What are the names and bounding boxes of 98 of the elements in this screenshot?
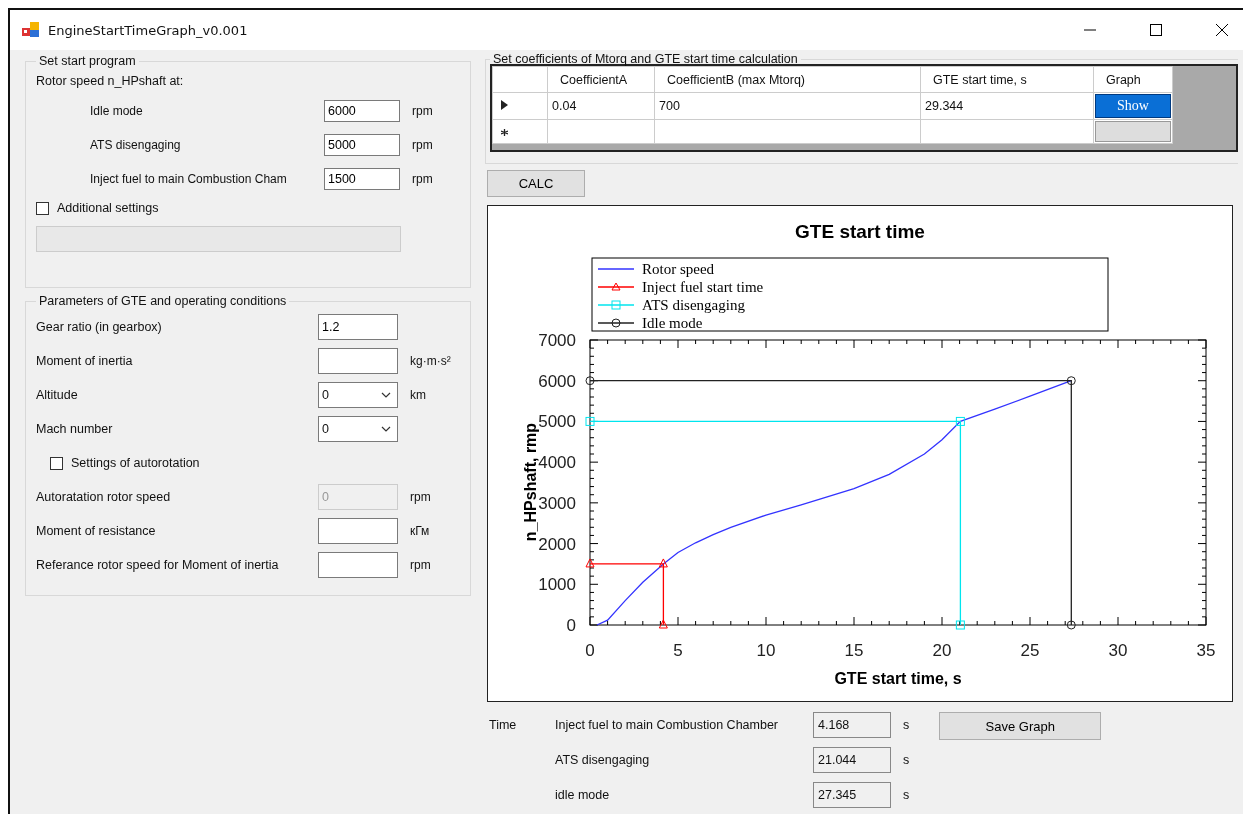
calc-button[interactable]: CALC bbox=[487, 170, 585, 197]
unit-label: rpm bbox=[412, 104, 433, 118]
point bbox=[1066, 620, 1076, 630]
group-title: Parameters of GTE and operating conditions bbox=[38, 294, 288, 308]
field-label: Autoratation rotor speed bbox=[36, 490, 172, 504]
x-tick-label: 30 bbox=[1108, 641, 1128, 660]
checkbox-label: Settings of autorotation bbox=[71, 456, 200, 470]
field-label: Mach number bbox=[36, 422, 114, 436]
dropdown[interactable]: 0 bbox=[318, 382, 398, 408]
window-title: EngineStartTimeGraph_v0.001 bbox=[48, 22, 248, 38]
result-label: idle mode bbox=[555, 788, 611, 802]
point bbox=[658, 558, 668, 568]
y-tick-label: 3000 bbox=[538, 493, 576, 513]
show-button[interactable]: Show bbox=[1095, 94, 1171, 118]
input-field[interactable]: 1500 bbox=[324, 168, 400, 190]
time-label: Time bbox=[488, 718, 518, 732]
y-tick-label: 1000 bbox=[538, 575, 576, 595]
section-label: Rotor speed n_HPshaft at: bbox=[36, 74, 185, 88]
unit-label: s bbox=[903, 718, 910, 732]
legend-label: Idle mode bbox=[642, 315, 703, 331]
chevron-down-icon bbox=[381, 426, 391, 432]
legend-label: ATS disengaging bbox=[642, 297, 745, 313]
point bbox=[585, 376, 595, 386]
unit-label: rpm bbox=[412, 138, 433, 152]
current-row-icon bbox=[501, 100, 508, 110]
chevron-down-icon bbox=[381, 392, 391, 398]
field-label: Moment of inertia bbox=[36, 354, 134, 368]
result-label: ATS disengaging bbox=[555, 753, 651, 767]
y-tick-label: 6000 bbox=[538, 371, 576, 391]
y-axis-title: n_HPshaft, rmp bbox=[522, 422, 539, 542]
chart-title: GTE start time bbox=[795, 221, 925, 242]
x-tick-label: 15 bbox=[844, 641, 864, 660]
legend-swatch bbox=[597, 318, 635, 328]
table-cell: 700 bbox=[654, 92, 921, 120]
legend-label: Rotor speed bbox=[642, 261, 715, 277]
legend-swatch bbox=[597, 300, 635, 310]
point bbox=[585, 558, 595, 568]
y-tick-label: 7000 bbox=[538, 331, 576, 350]
column-header[interactable]: CoefficientB (max Mtorq) bbox=[654, 66, 921, 93]
input-field[interactable]: 1.2 bbox=[318, 314, 398, 340]
group-title: Set coefficients of Mtorq and GTE start time calculation bbox=[492, 52, 799, 66]
input-field[interactable] bbox=[318, 348, 398, 374]
unit-label: rpm bbox=[410, 490, 431, 504]
save-graph-button[interactable]: Save Graph bbox=[939, 712, 1102, 740]
x-tick-label: 20 bbox=[932, 641, 952, 660]
field-label: Inject fuel to main Combustion Cham bbox=[90, 172, 288, 186]
result-field: 27.345 bbox=[813, 782, 891, 808]
point bbox=[1066, 376, 1076, 386]
column-header[interactable]: GTE start time, s bbox=[920, 66, 1094, 93]
point bbox=[585, 416, 595, 426]
legend-label: Inject fuel start time bbox=[642, 279, 764, 295]
input-field[interactable] bbox=[318, 552, 398, 578]
x-tick-label: 35 bbox=[1196, 641, 1216, 660]
unit-label: rpm bbox=[410, 558, 431, 572]
legend-swatch bbox=[597, 282, 635, 291]
table-cell: 29.344 bbox=[920, 92, 1094, 120]
x-tick-label: 0 bbox=[585, 641, 595, 660]
field-label: Moment of resistance bbox=[36, 524, 157, 538]
x-tick-label: 10 bbox=[756, 641, 776, 660]
table-cell: 0.04 bbox=[547, 92, 655, 120]
field-label: Altitude bbox=[36, 388, 79, 402]
field-label: Referance rotor speed for Moment of inertia bbox=[36, 558, 280, 572]
app-icon bbox=[22, 22, 40, 38]
x-tick-label: 5 bbox=[673, 641, 683, 660]
checkbox[interactable] bbox=[36, 201, 49, 215]
dropdown[interactable]: 0 bbox=[318, 416, 398, 442]
result-label: Inject fuel to main Combustion Chamber bbox=[555, 718, 780, 732]
field-label: Gear ratio (in gearbox) bbox=[36, 320, 163, 334]
y-tick-label: 4000 bbox=[538, 453, 576, 473]
point bbox=[658, 619, 668, 629]
checkbox[interactable] bbox=[50, 456, 63, 470]
unit-label: kg·m·s² bbox=[410, 354, 451, 368]
result-field: 4.168 bbox=[813, 712, 891, 738]
close-icon[interactable] bbox=[1215, 23, 1229, 37]
unit-label: km bbox=[410, 388, 426, 402]
group-title: Set start program bbox=[38, 54, 137, 68]
column-header[interactable]: Graph bbox=[1093, 66, 1173, 93]
y-tick-label: 2000 bbox=[538, 534, 576, 554]
x-tick-label: 25 bbox=[1020, 641, 1040, 660]
result-field: 21.044 bbox=[813, 747, 891, 773]
y-tick-label: 0 bbox=[566, 616, 576, 635]
x-axis-title: GTE start time, s bbox=[834, 670, 962, 687]
unit-label: s bbox=[903, 753, 910, 767]
input-field[interactable]: 5000 bbox=[324, 134, 400, 156]
checkbox-label: Additional settings bbox=[57, 201, 159, 215]
y-tick-label: 5000 bbox=[538, 412, 576, 432]
unit-label: rpm bbox=[412, 172, 433, 186]
unit-label: s bbox=[903, 788, 910, 802]
point bbox=[955, 620, 965, 630]
maximize-icon[interactable] bbox=[1149, 23, 1163, 37]
field-label: ATS disengaging bbox=[90, 138, 182, 152]
unit-label: кГм bbox=[410, 524, 430, 538]
field-label: Idle mode bbox=[90, 104, 144, 118]
column-header[interactable]: CoefficientA bbox=[547, 66, 655, 93]
point bbox=[955, 416, 965, 426]
input-field[interactable] bbox=[318, 518, 398, 544]
new-row-icon bbox=[501, 128, 508, 136]
input-field[interactable]: 6000 bbox=[324, 100, 400, 122]
